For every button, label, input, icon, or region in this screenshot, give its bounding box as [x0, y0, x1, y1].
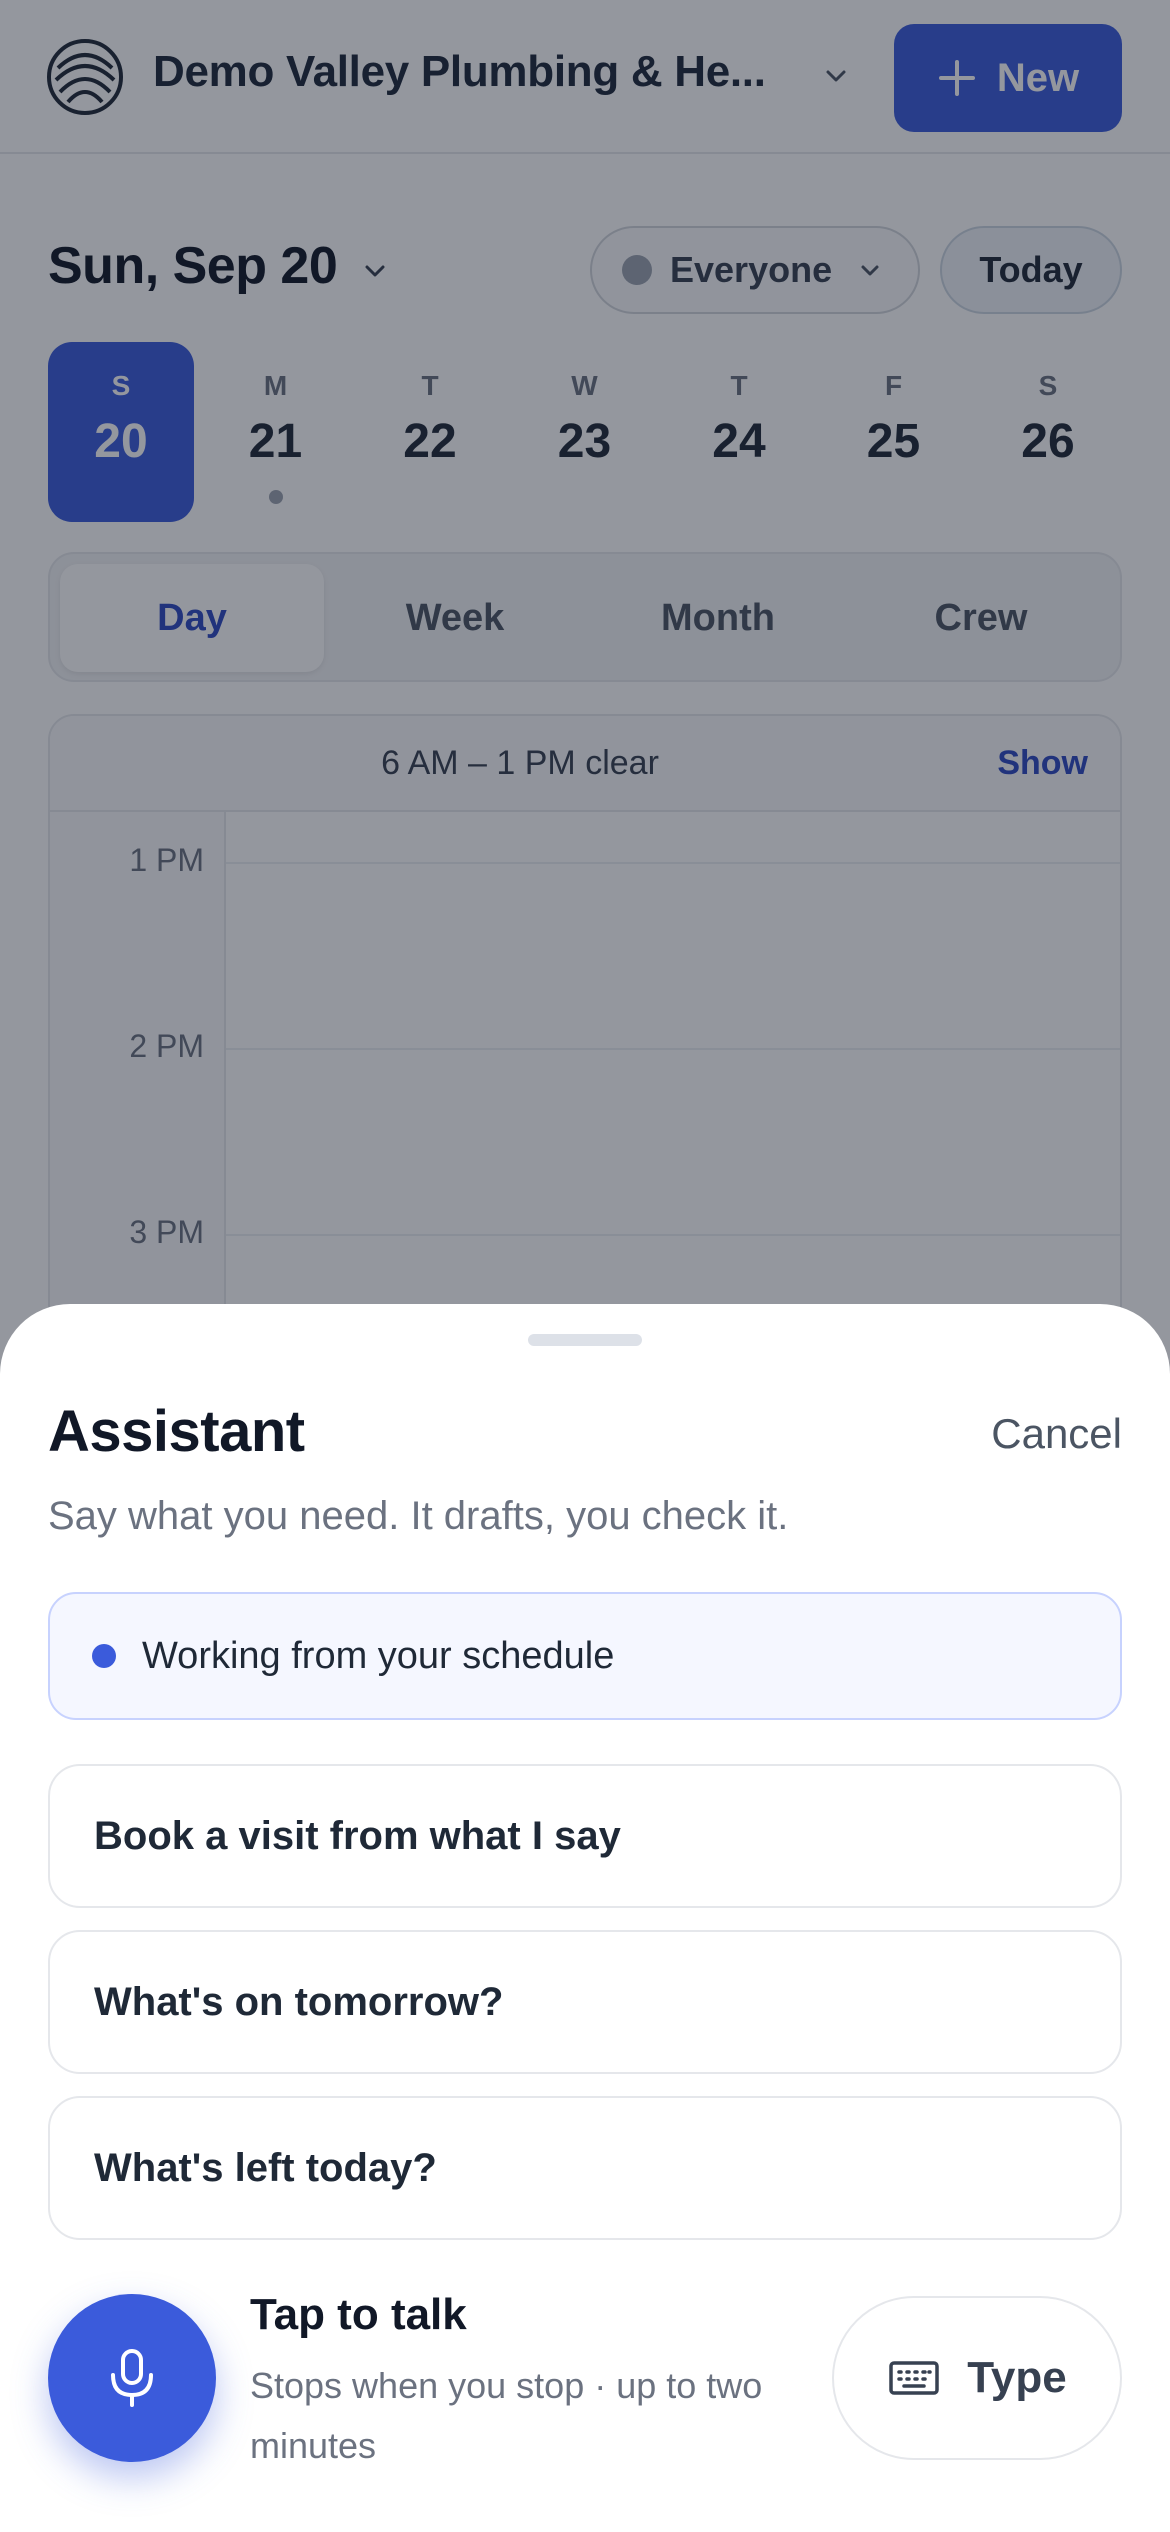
suggestion-book-visit[interactable]: Book a visit from what I say [48, 1764, 1122, 1908]
context-status: Working from your schedule [48, 1592, 1122, 1720]
type-button-label: Type [967, 2353, 1067, 2402]
suggestion-left-today[interactable]: What's left today? [48, 2096, 1122, 2240]
suggestion-tomorrow[interactable]: What's on tomorrow? [48, 1930, 1122, 2074]
status-dot [92, 1644, 116, 1668]
mic-button[interactable] [48, 2294, 216, 2462]
cancel-button[interactable]: Cancel [991, 1410, 1122, 1458]
sheet-subtitle: Say what you need. It drafts, you check … [48, 1494, 789, 1538]
microphone-icon [111, 2349, 153, 2407]
talk-title: Tap to talk [250, 2290, 467, 2339]
sheet-grabber[interactable] [528, 1334, 642, 1346]
sheet-title: Assistant [48, 1399, 305, 1464]
assistant-sheet: Assistant Cancel Say what you need. It d… [0, 1304, 1170, 2532]
talk-subtitle: Stops when you stop · up to two minutes [250, 2365, 763, 2466]
type-button[interactable]: Type [832, 2296, 1122, 2460]
keyboard-icon [889, 2361, 940, 2395]
status-text: Working from your schedule [142, 1634, 615, 1677]
